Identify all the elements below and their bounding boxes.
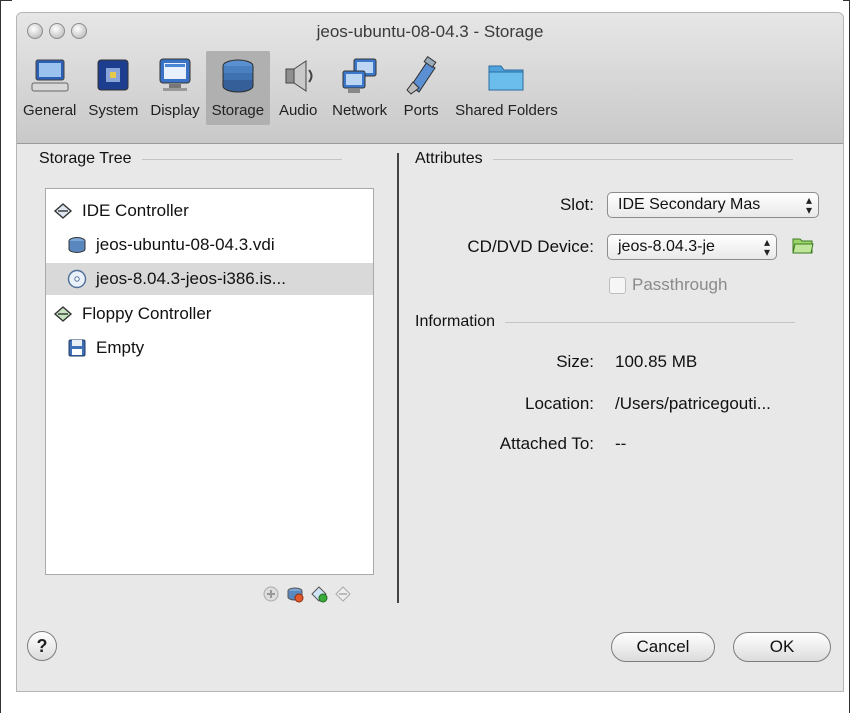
system-icon [97, 59, 129, 91]
tree-node-label: IDE Controller [82, 201, 189, 220]
cd-dvd-device-value: jeos-8.04.3-je [618, 238, 715, 255]
cd-icon [66, 268, 88, 290]
information-heading-text: Information [415, 313, 496, 330]
tab-audio[interactable]: Audio [270, 51, 326, 125]
tab-ports-label: Ports [403, 102, 439, 119]
storage-tree[interactable]: IDE Controller jeos-ubuntu-08-04.3.vdi j… [45, 188, 374, 575]
chevron-updown-icon: ▴ ▾ [805, 193, 812, 217]
attributes-heading-text: Attributes [415, 150, 483, 167]
tab-general-label: General [23, 102, 77, 119]
information-rule [505, 321, 796, 323]
cd-dvd-device-select[interactable]: jeos-8.04.3-je ▴ ▾ [607, 234, 777, 260]
slot-select-value: IDE Secondary Mas [618, 196, 761, 213]
tab-storage-label: Storage [211, 102, 265, 119]
display-icon [159, 58, 191, 91]
tab-display[interactable]: Display [144, 51, 205, 125]
storage-tree-heading-text: Storage Tree [39, 150, 132, 167]
tab-display-label: Display [150, 102, 200, 119]
attributes-heading: Attributes [415, 150, 793, 168]
open-folder-icon[interactable] [792, 235, 814, 260]
storage-tree-rule [141, 158, 342, 160]
chevron-updown-icon: ▴ ▾ [760, 236, 770, 258]
storage-icon [222, 59, 254, 93]
tab-network[interactable]: Network [326, 51, 393, 125]
size-value: 100.85 MB [615, 352, 698, 371]
cancel-button[interactable]: Cancel [611, 632, 715, 662]
settings-toolbar: General System Display Storage Audio Net… [17, 51, 564, 131]
audio-icon [285, 60, 313, 92]
add-attachment-icon[interactable] [310, 585, 328, 603]
add-controller-icon[interactable] [262, 585, 280, 603]
add-disk-icon[interactable] [286, 585, 304, 603]
cd-dvd-device-label: CD/DVD Device: [467, 237, 594, 256]
storage-panel: Storage Tree IDE Controller jeos-ubuntu-… [17, 143, 843, 691]
tree-node-label: Floppy Controller [82, 304, 212, 323]
information-heading: Information [415, 313, 796, 331]
location-value: /Users/patricegouti... [615, 394, 771, 413]
passthrough-label: Passthrough [632, 275, 728, 294]
attached-to-value: -- [615, 434, 627, 453]
tab-system-label: System [88, 102, 139, 119]
general-icon [31, 59, 69, 92]
floppy-controller-icon [52, 303, 74, 325]
tree-node-label: Empty [96, 338, 145, 357]
attributes-rule [492, 158, 793, 160]
tree-node-ide-controller[interactable]: IDE Controller [52, 195, 367, 227]
frame-corner-left [0, 0, 12, 13]
frame-right-line [849, 0, 850, 713]
passthrough-checkbox-box [609, 276, 626, 294]
tab-system[interactable]: System [82, 51, 144, 125]
tree-node-empty-floppy[interactable]: Empty [66, 332, 367, 364]
tab-network-label: Network [332, 102, 388, 119]
ok-button[interactable]: OK [733, 632, 831, 662]
location-label: Location: [525, 394, 594, 413]
tab-audio-label: Audio [278, 102, 318, 119]
tree-node-cd-image[interactable]: jeos-8.04.3-jeos-i386.is... [46, 263, 373, 295]
floppy-disk-icon [66, 337, 88, 359]
tree-actions [262, 585, 352, 603]
remove-attachment-icon[interactable] [334, 585, 352, 603]
tab-shared-folders[interactable]: Shared Folders [449, 51, 564, 125]
panel-divider [397, 153, 399, 603]
ports-icon [406, 56, 437, 95]
help-button[interactable]: ? [27, 631, 57, 661]
slot-label: Slot: [559, 195, 594, 214]
slot-select[interactable]: IDE Secondary Mas ▴ ▾ [607, 192, 819, 218]
tab-storage[interactable]: Storage [205, 51, 271, 125]
storage-tree-heading: Storage Tree [39, 150, 342, 168]
shared-folders-icon [488, 65, 524, 91]
tree-node-floppy-controller[interactable]: Floppy Controller [52, 298, 367, 330]
tab-shared-folders-label: Shared Folders [455, 102, 558, 119]
tree-node-label: jeos-8.04.3-jeos-i386.is... [96, 269, 286, 288]
title-bar: jeos-ubuntu-08-04.3 - Storage General Sy… [17, 13, 843, 144]
tree-node-label: jeos-ubuntu-08-04.3.vdi [96, 235, 275, 254]
tree-node-hard-disk[interactable]: jeos-ubuntu-08-04.3.vdi [66, 229, 367, 261]
passthrough-checkbox[interactable]: Passthrough [609, 275, 727, 295]
tab-general[interactable]: General [17, 51, 82, 125]
network-icon [342, 58, 377, 93]
attached-to-label: Attached To: [499, 434, 594, 453]
hard-disk-icon [66, 234, 88, 256]
size-label: Size: [556, 352, 594, 371]
ide-controller-icon [52, 200, 74, 222]
storage-settings-window: jeos-ubuntu-08-04.3 - Storage General Sy… [16, 12, 844, 692]
tab-ports[interactable]: Ports [393, 51, 449, 125]
window-title: jeos-ubuntu-08-04.3 - Storage [316, 22, 544, 41]
